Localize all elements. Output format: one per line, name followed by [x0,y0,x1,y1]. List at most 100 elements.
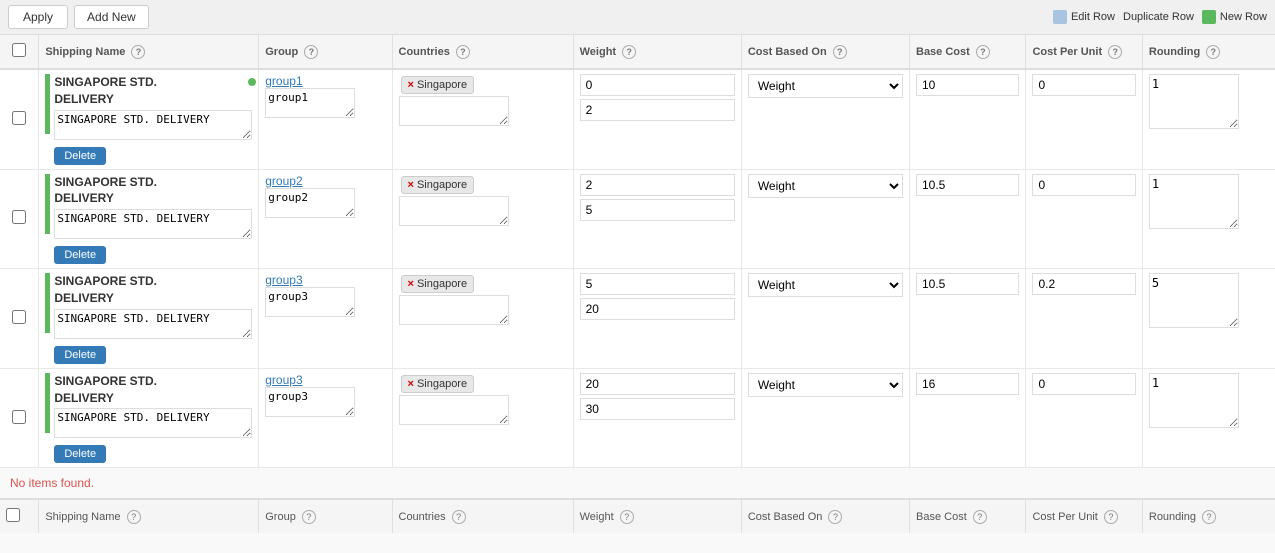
weight-from-input[interactable] [580,74,735,96]
cost-based-on-select[interactable]: WeightPriceQuantityVolume [748,373,903,397]
group-cell: group2 group2 [259,169,392,269]
base-cost-input[interactable] [916,373,1019,395]
th-check [0,35,39,69]
weight-to-input[interactable] [580,99,735,121]
weight-to-input[interactable] [580,298,735,320]
rounding-cell: 1 [1142,69,1275,169]
select-all-checkbox[interactable] [12,43,26,57]
cost-based-on-select[interactable]: WeightPriceQuantityVolume [748,273,903,297]
countries-cell: × Singapore [392,368,573,468]
shipping-name-textarea[interactable]: SINGAPORE STD. DELIVERY [54,309,252,339]
base-cost-help-icon[interactable]: ? [976,45,990,59]
weight-help-icon[interactable]: ? [622,45,636,59]
apply-button[interactable]: Apply [8,5,68,29]
cost-based-on-select[interactable]: WeightPriceQuantityVolume [748,74,903,98]
group-textarea[interactable]: group2 [265,188,355,218]
shipping-name-textarea[interactable]: SINGAPORE STD. DELIVERY [54,408,252,438]
row-left-bar [45,273,50,333]
group-link[interactable]: group1 [265,74,302,88]
base-cost-cell [910,69,1026,169]
row-checkbox[interactable] [12,210,26,224]
group-textarea[interactable]: group3 [265,287,355,317]
footer-shipping-name: Shipping Name ? [39,499,259,533]
group-link[interactable]: group3 [265,373,302,387]
footer-rounding-help-icon[interactable]: ? [1202,510,1216,524]
footer-select-all-checkbox[interactable] [6,508,20,522]
shipping-name-textarea[interactable]: SINGAPORE STD. DELIVERY [54,209,252,239]
rounding-cell: 5 [1142,269,1275,369]
rounding-textarea[interactable]: 1 [1149,74,1239,129]
footer-shipping-help-icon[interactable]: ? [127,510,141,524]
footer-group-help-icon[interactable]: ? [302,510,316,524]
shipping-name-textarea[interactable]: SINGAPORE STD. DELIVERY [54,110,252,140]
weight-from-input[interactable] [580,373,735,395]
cost-per-unit-cell [1026,169,1142,269]
row-check-cell [0,69,39,169]
row-left-bar [45,174,50,234]
weight-to-input[interactable] [580,199,735,221]
weight-cell [573,368,741,468]
group-link[interactable]: group3 [265,273,302,287]
rounding-textarea[interactable]: 1 [1149,373,1239,428]
cost-per-unit-input[interactable] [1032,373,1135,395]
row-checkbox[interactable] [12,111,26,125]
country-textarea[interactable] [399,395,509,425]
country-textarea[interactable] [399,295,509,325]
group-link[interactable]: group2 [265,174,302,188]
base-cost-input[interactable] [916,74,1019,96]
country-textarea[interactable] [399,96,509,126]
th-cost-per-unit: Cost Per Unit ? [1026,35,1142,69]
row-check-cell [0,368,39,468]
country-remove-icon[interactable]: × [408,378,414,390]
delete-button[interactable]: Delete [54,445,106,463]
row-checkbox[interactable] [12,310,26,324]
cost-per-unit-input[interactable] [1032,273,1135,295]
country-textarea[interactable] [399,196,509,226]
cost-per-unit-help-icon[interactable]: ? [1108,45,1122,59]
table-footer-row: Shipping Name ? Group ? Countries ? Weig… [0,499,1275,533]
weight-from-input[interactable] [580,273,735,295]
country-remove-icon[interactable]: × [408,278,414,290]
delete-button[interactable]: Delete [54,246,106,264]
delete-button[interactable]: Delete [54,147,106,165]
row-checkbox[interactable] [12,410,26,424]
shipping-name-help-icon[interactable]: ? [131,45,145,59]
base-cost-input[interactable] [916,273,1019,295]
group-textarea[interactable]: group3 [265,387,355,417]
rounding-cell: 1 [1142,169,1275,269]
footer-countries-help-icon[interactable]: ? [452,510,466,524]
cost-per-unit-input[interactable] [1032,74,1135,96]
group-cell: group3 group3 [259,269,392,369]
weight-from-input[interactable] [580,174,735,196]
cost-based-on-help-icon[interactable]: ? [833,45,847,59]
footer-cost-based-on-help-icon[interactable]: ? [828,510,842,524]
group-textarea[interactable]: group1 [265,88,355,118]
cost-per-unit-input[interactable] [1032,174,1135,196]
country-remove-icon[interactable]: × [408,179,414,191]
rounding-textarea[interactable]: 1 [1149,174,1239,229]
group-cell: group3 group3 [259,368,392,468]
group-help-icon[interactable]: ? [304,45,318,59]
footer-base-cost-help-icon[interactable]: ? [973,510,987,524]
weight-to-input[interactable] [580,398,735,420]
footer-cost-per-unit-help-icon[interactable]: ? [1104,510,1118,524]
add-new-button[interactable]: Add New [74,5,149,29]
duplicate-row-label: Duplicate Row [1123,11,1194,23]
cost-based-on-cell: WeightPriceQuantityVolume [741,69,909,169]
new-row-indicator [248,78,256,86]
country-remove-icon[interactable]: × [408,79,414,91]
base-cost-cell [910,269,1026,369]
rounding-textarea[interactable]: 5 [1149,273,1239,328]
rounding-help-icon[interactable]: ? [1206,45,1220,59]
footer-rounding: Rounding ? [1142,499,1275,533]
footer-cost-per-unit: Cost Per Unit ? [1026,499,1142,533]
shipping-name-text: SINGAPORE STD. DELIVERY [54,74,252,108]
footer-weight-help-icon[interactable]: ? [620,510,634,524]
countries-help-icon[interactable]: ? [456,45,470,59]
row-left-bar [45,373,50,433]
cost-based-on-select[interactable]: WeightPriceQuantityVolume [748,174,903,198]
new-row-legend: New Row [1202,10,1267,24]
shipping-name-content: SINGAPORE STD. DELIVERY SINGAPORE STD. D… [54,74,252,165]
delete-button[interactable]: Delete [54,346,106,364]
base-cost-input[interactable] [916,174,1019,196]
